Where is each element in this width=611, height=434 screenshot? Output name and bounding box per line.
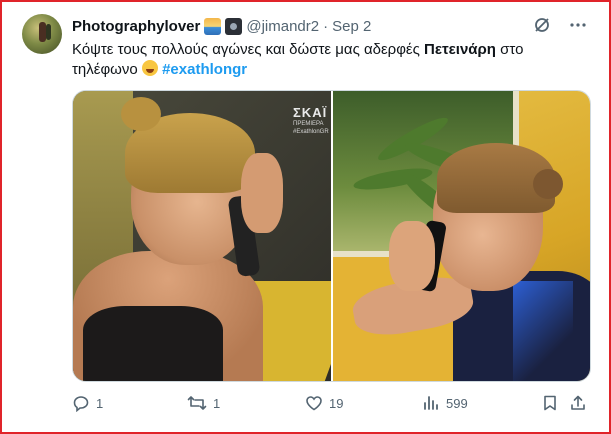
- like-button[interactable]: 19: [305, 394, 343, 412]
- reply-count: 1: [96, 395, 104, 411]
- share-button[interactable]: [569, 394, 587, 412]
- hashtag-link[interactable]: #exathlongr: [162, 61, 247, 78]
- retweet-button[interactable]: 1: [187, 394, 220, 412]
- views-count: 599: [446, 395, 468, 411]
- more-icon[interactable]: [569, 16, 587, 34]
- header-icons: [533, 16, 587, 34]
- separator-dot: ·: [323, 17, 329, 35]
- left-hand: [241, 153, 283, 233]
- right-hand: [389, 221, 435, 291]
- avatar-figure: [39, 22, 46, 42]
- retweet-icon: [187, 394, 207, 412]
- author-name[interactable]: Photographylover: [72, 18, 200, 35]
- views-button[interactable]: 599: [422, 394, 468, 412]
- tweet-media[interactable]: ΣΚΑΪ ΠΡΕΜΙΕΡΑ #ExathlonGR: [72, 90, 591, 382]
- author-handle[interactable]: @jimandr2: [246, 18, 319, 35]
- channel-logo: ΣΚΑΪ ΠΡΕΜΙΕΡΑ #ExathlonGR: [293, 105, 329, 136]
- action-bar: 1 1 19 599: [72, 394, 589, 416]
- camera-emoji-icon: [225, 17, 243, 35]
- grok-icon[interactable]: [533, 16, 551, 34]
- tweet-date[interactable]: Sep 2: [332, 18, 371, 35]
- left-top: [83, 306, 223, 381]
- heart-icon: [305, 394, 323, 412]
- views-icon: [422, 394, 440, 412]
- laughing-emoji-icon: [141, 60, 158, 76]
- channel-sub2: #ExathlonGR: [293, 129, 329, 135]
- tweet-text-bold: Πετεινάρη: [424, 41, 496, 58]
- reply-button[interactable]: 1: [72, 394, 103, 412]
- left-bun: [121, 97, 161, 131]
- media-image-left[interactable]: ΣΚΑΪ ΠΡΕΜΙΕΡΑ #ExathlonGR: [73, 91, 333, 381]
- tweet-text-part1: Κόψτε τους πολλούς αγώνες και δώστε μας …: [72, 41, 425, 58]
- tweet-text: Κόψτε τους πολλούς αγώνες και δώστε μας …: [72, 40, 572, 80]
- channel-logo-text: ΣΚΑΪ: [293, 105, 328, 120]
- bookmark-icon: [541, 394, 559, 412]
- like-count: 19: [329, 395, 344, 411]
- avatar-figure-2: [46, 24, 51, 40]
- right-shirt-stripe: [513, 281, 573, 381]
- sunrise-emoji-icon: [204, 17, 222, 35]
- right-bun: [533, 169, 563, 199]
- share-icon: [569, 394, 587, 412]
- tweet-header: Photographylover @jimandr2 · Sep 2: [72, 16, 371, 36]
- reply-icon: [72, 394, 90, 412]
- tweet-card: Photographylover @jimandr2 · Sep 2 Κόψτε…: [0, 0, 611, 434]
- avatar[interactable]: [22, 14, 62, 54]
- bookmark-button[interactable]: [541, 394, 559, 412]
- channel-sub1: ΠΡΕΜΙΕΡΑ: [293, 121, 324, 127]
- retweet-count: 1: [213, 395, 221, 411]
- media-image-right[interactable]: [333, 91, 590, 381]
